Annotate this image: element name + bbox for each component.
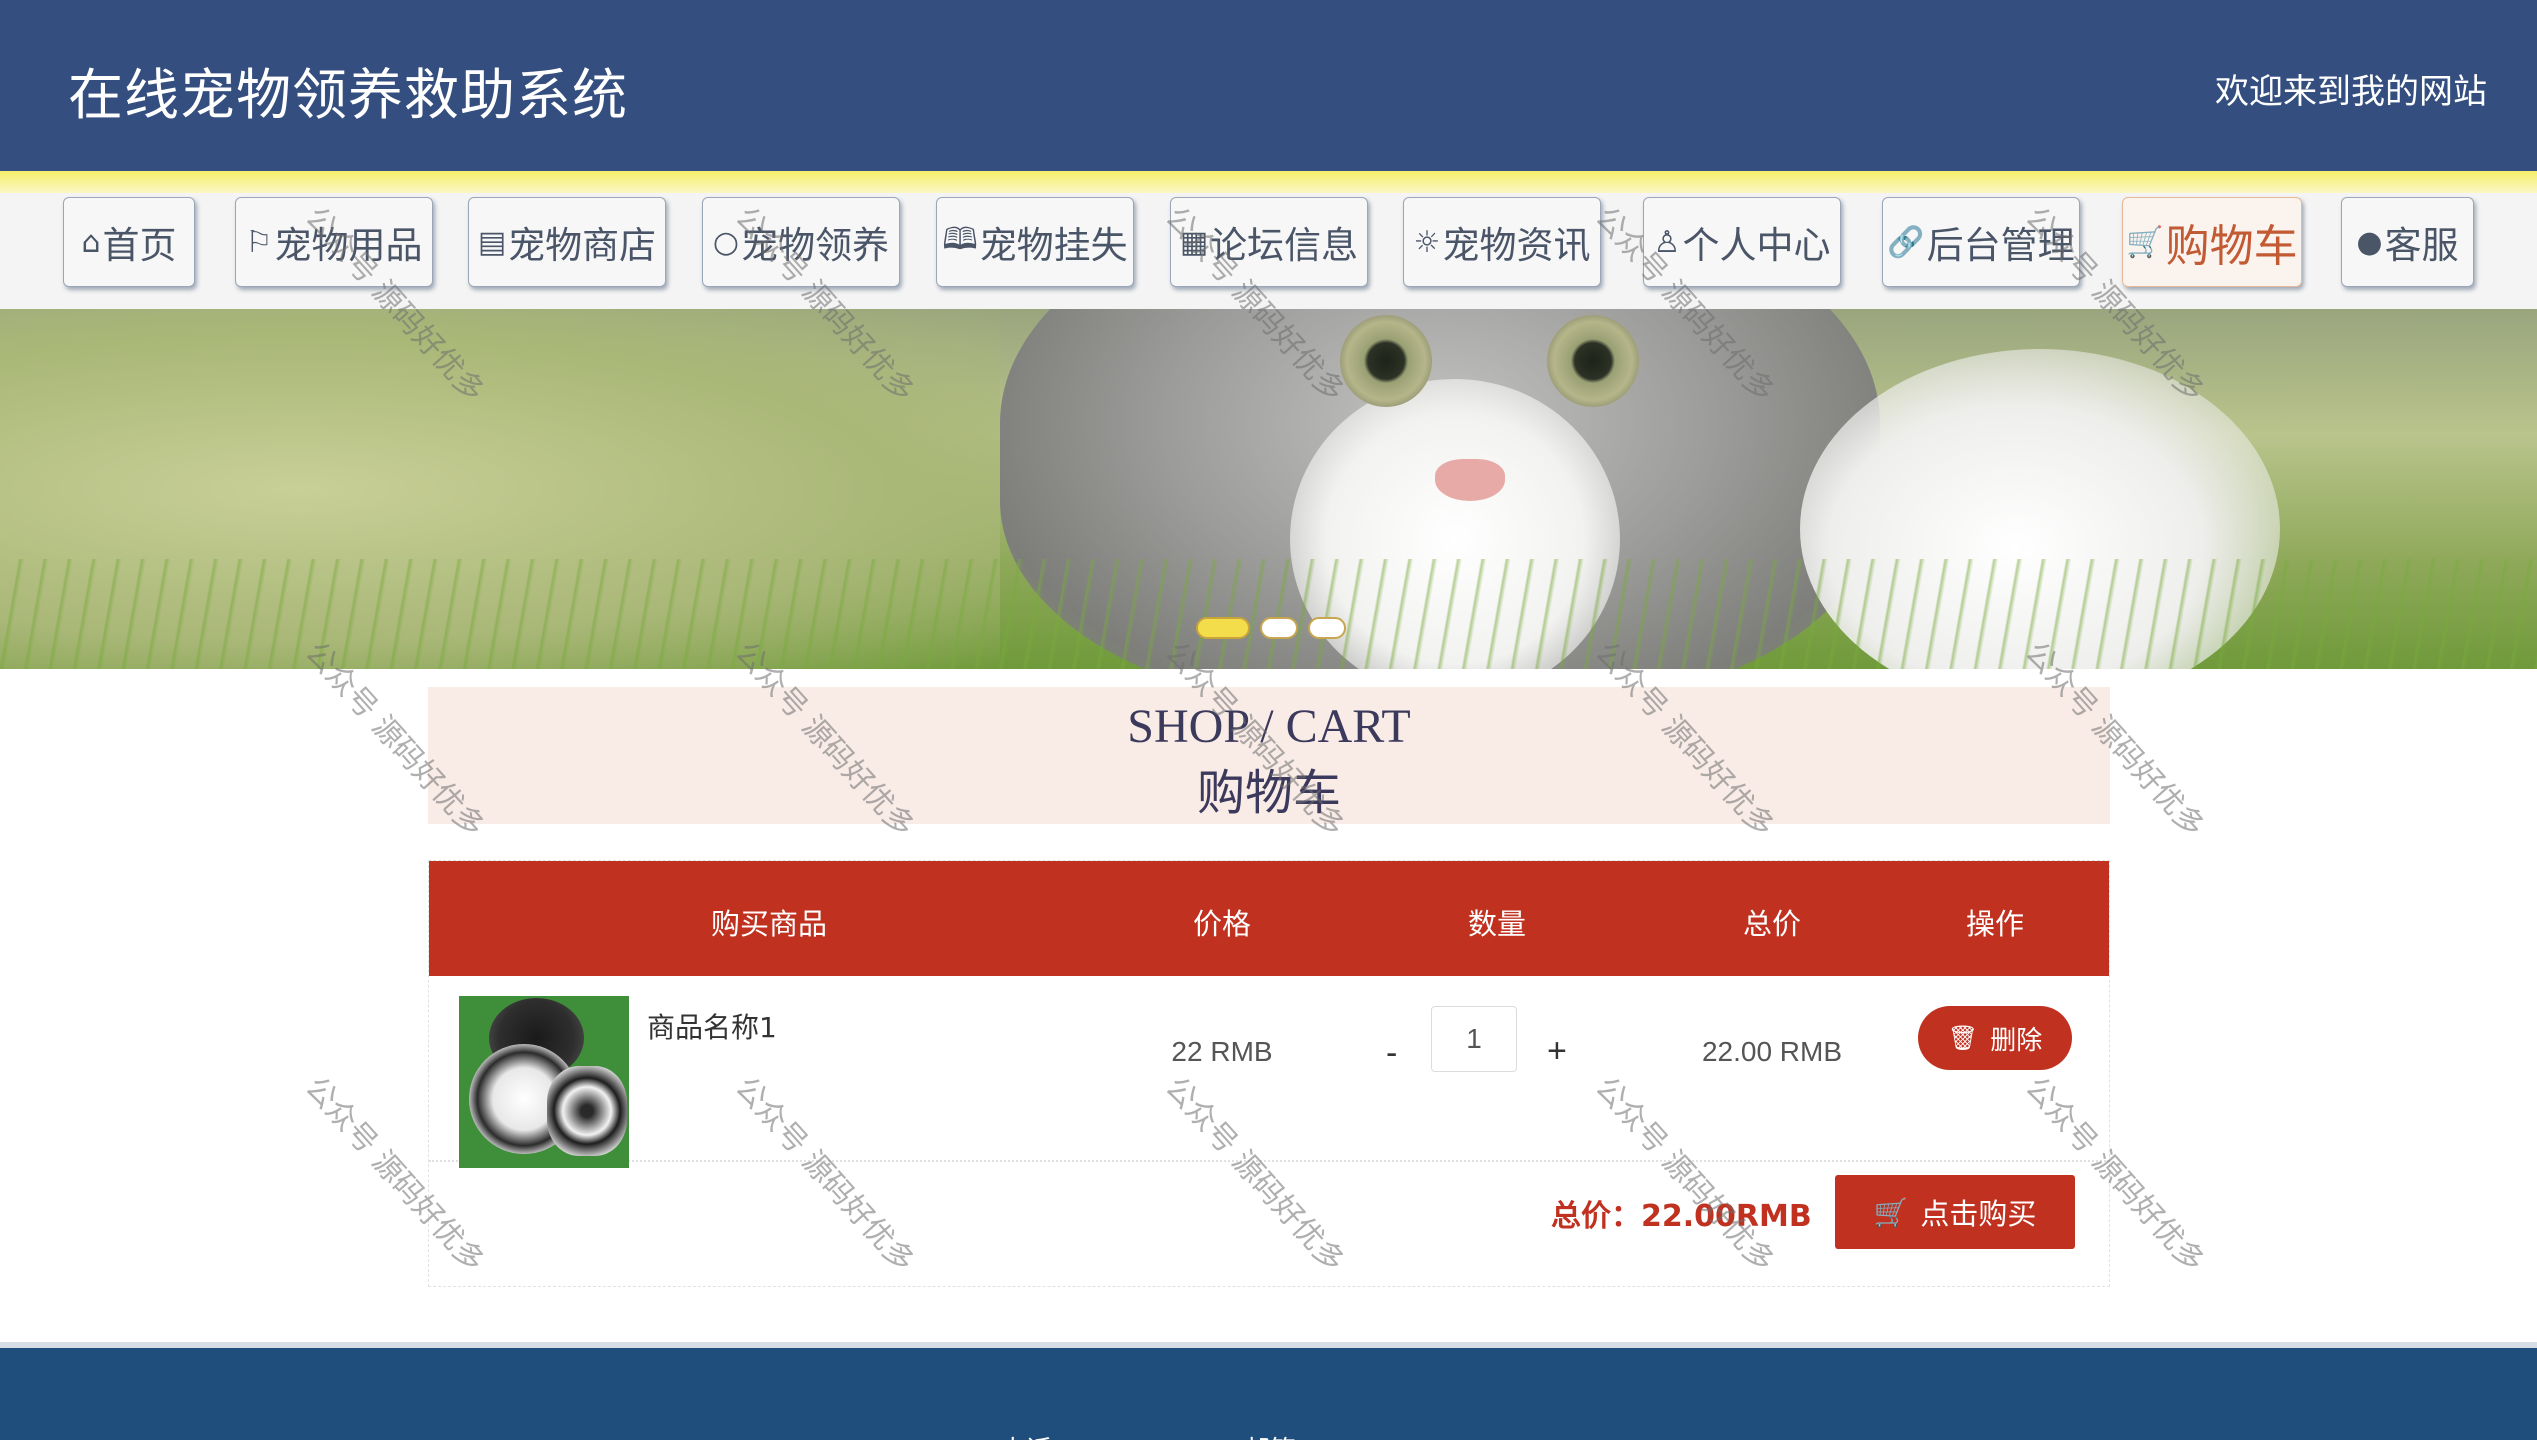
col-header-price: 价格 [1192, 907, 1252, 941]
nav-item-label: 论坛信息 [1210, 224, 1359, 267]
sun-icon: ☼ [1413, 224, 1441, 260]
nav-item-label: 宠物领养 [741, 224, 890, 267]
delete-label: 删除 [1990, 1025, 2043, 1056]
col-header-product: 购买商品 [710, 907, 828, 941]
nav-item-forum[interactable]: ▦ 论坛信息 [1170, 197, 1368, 287]
user-icon: ♙ [1653, 224, 1681, 260]
nav-item-pet-adoption[interactable]: ○ 宠物领养 [702, 197, 900, 287]
product-subtotal: 22.00 RMB [1701, 1036, 1843, 1067]
link-icon: 🔗 [1887, 224, 1925, 260]
cart-table: 购买商品 价格 数量 总价 操作 商品名称1 22 RMB - + 22.00 … [428, 860, 2110, 1287]
product-image[interactable] [459, 996, 629, 1168]
circle-icon: ○ [712, 224, 740, 260]
carousel-indicators [1196, 617, 1346, 639]
quantity-increase-button[interactable]: + [1547, 1032, 1567, 1071]
delete-button[interactable]: 🗑 删除 [1918, 1006, 2072, 1070]
section-title: SHOP / CART 购物车 [428, 687, 2110, 824]
nav-item-label: 个人中心 [1682, 224, 1831, 267]
site-title: 在线宠物领养救助系统 [68, 63, 629, 127]
footer-contact: 电话：4008000000 | 邮箱：support@21epub.com [1000, 1430, 1578, 1440]
nav-item-pet-news[interactable]: ☼ 宠物资讯 [1403, 197, 1601, 287]
book-icon: 🕮 [942, 221, 978, 257]
nav-item-label: 客服 [2384, 224, 2459, 267]
cart-table-header: 购买商品 价格 数量 总价 操作 [429, 861, 2109, 976]
flag-icon: ⚐ [245, 224, 273, 260]
trash-icon: 🗑 [1947, 1024, 1979, 1052]
nav-item-label: 宠物挂失 [979, 224, 1128, 267]
welcome-text: 欢迎来到我的网站 [2215, 72, 2487, 112]
newspaper-icon: ▤ [477, 224, 507, 260]
header-accent-bar [0, 171, 2537, 193]
nav-item-pet-shop[interactable]: ▤ 宠物商店 [468, 197, 666, 287]
cart-icon: 🛒 [1873, 1195, 1909, 1229]
col-header-action: 操作 [1965, 907, 2025, 941]
section-title-cn: 购物车 [1196, 765, 1341, 821]
nav-item-label: 后台管理 [1926, 224, 2075, 267]
nav-item-admin[interactable]: 🔗 后台管理 [1882, 197, 2080, 287]
nav-item-label: 宠物商店 [508, 224, 657, 267]
nav-item-label: 宠物用品 [274, 224, 423, 267]
checkout-label: 点击购买 [1920, 1197, 2037, 1231]
nav-item-home[interactable]: ⌂ 首页 [63, 197, 195, 287]
col-header-quantity: 数量 [1467, 907, 1527, 941]
carousel-dot[interactable] [1196, 617, 1250, 639]
nav-item-cart[interactable]: 🛒 购物车 [2122, 197, 2302, 287]
product-name[interactable]: 商品名称1 [647, 1006, 777, 1046]
calendar-icon: ▦ [1179, 224, 1209, 260]
banner-carousel [0, 309, 2537, 669]
nav-item-pet-lost[interactable]: 🕮 宠物挂失 [936, 197, 1134, 287]
nav-item-user-center[interactable]: ♙ 个人中心 [1643, 197, 1841, 287]
wechat-icon: ● [2356, 224, 2383, 260]
carousel-dot[interactable] [1260, 617, 1298, 639]
cart-icon: 🛒 [2126, 224, 2164, 260]
section-title-en: SHOP / CART [1127, 700, 1411, 753]
site-footer: 电话：4008000000 | 邮箱：support@21epub.com [0, 1342, 2537, 1440]
nav-item-pet-supplies[interactable]: ⚐ 宠物用品 [235, 197, 433, 287]
quantity-decrease-button[interactable]: - [1386, 1034, 1397, 1073]
cart-total: 总价：22.00RMB [1551, 1199, 1812, 1234]
nav-item-label: 首页 [102, 224, 177, 267]
carousel-dot[interactable] [1308, 617, 1346, 639]
home-icon: ⌂ [81, 224, 101, 260]
nav-item-customer-service[interactable]: ● 客服 [2341, 197, 2474, 287]
product-price: 22 RMB [1171, 1036, 1273, 1067]
col-header-total: 总价 [1742, 907, 1802, 941]
quantity-input[interactable] [1431, 1006, 1517, 1072]
cart-row: 商品名称1 22 RMB - + 22.00 RMB 🗑 删除 [429, 976, 2109, 1168]
checkout-button[interactable]: 🛒 点击购买 [1835, 1175, 2075, 1249]
main-nav: ⌂ 首页 ⚐ 宠物用品 ▤ 宠物商店 ○ 宠物领养 🕮 宠物挂失 ▦ 论坛信息 ☼ 宠物资讯 … [0, 193, 2537, 309]
site-header: 在线宠物领养救助系统 欢迎来到我的网站 [0, 0, 2537, 171]
nav-item-label: 购物车 [2165, 221, 2298, 272]
nav-item-label: 宠物资讯 [1442, 224, 1591, 267]
